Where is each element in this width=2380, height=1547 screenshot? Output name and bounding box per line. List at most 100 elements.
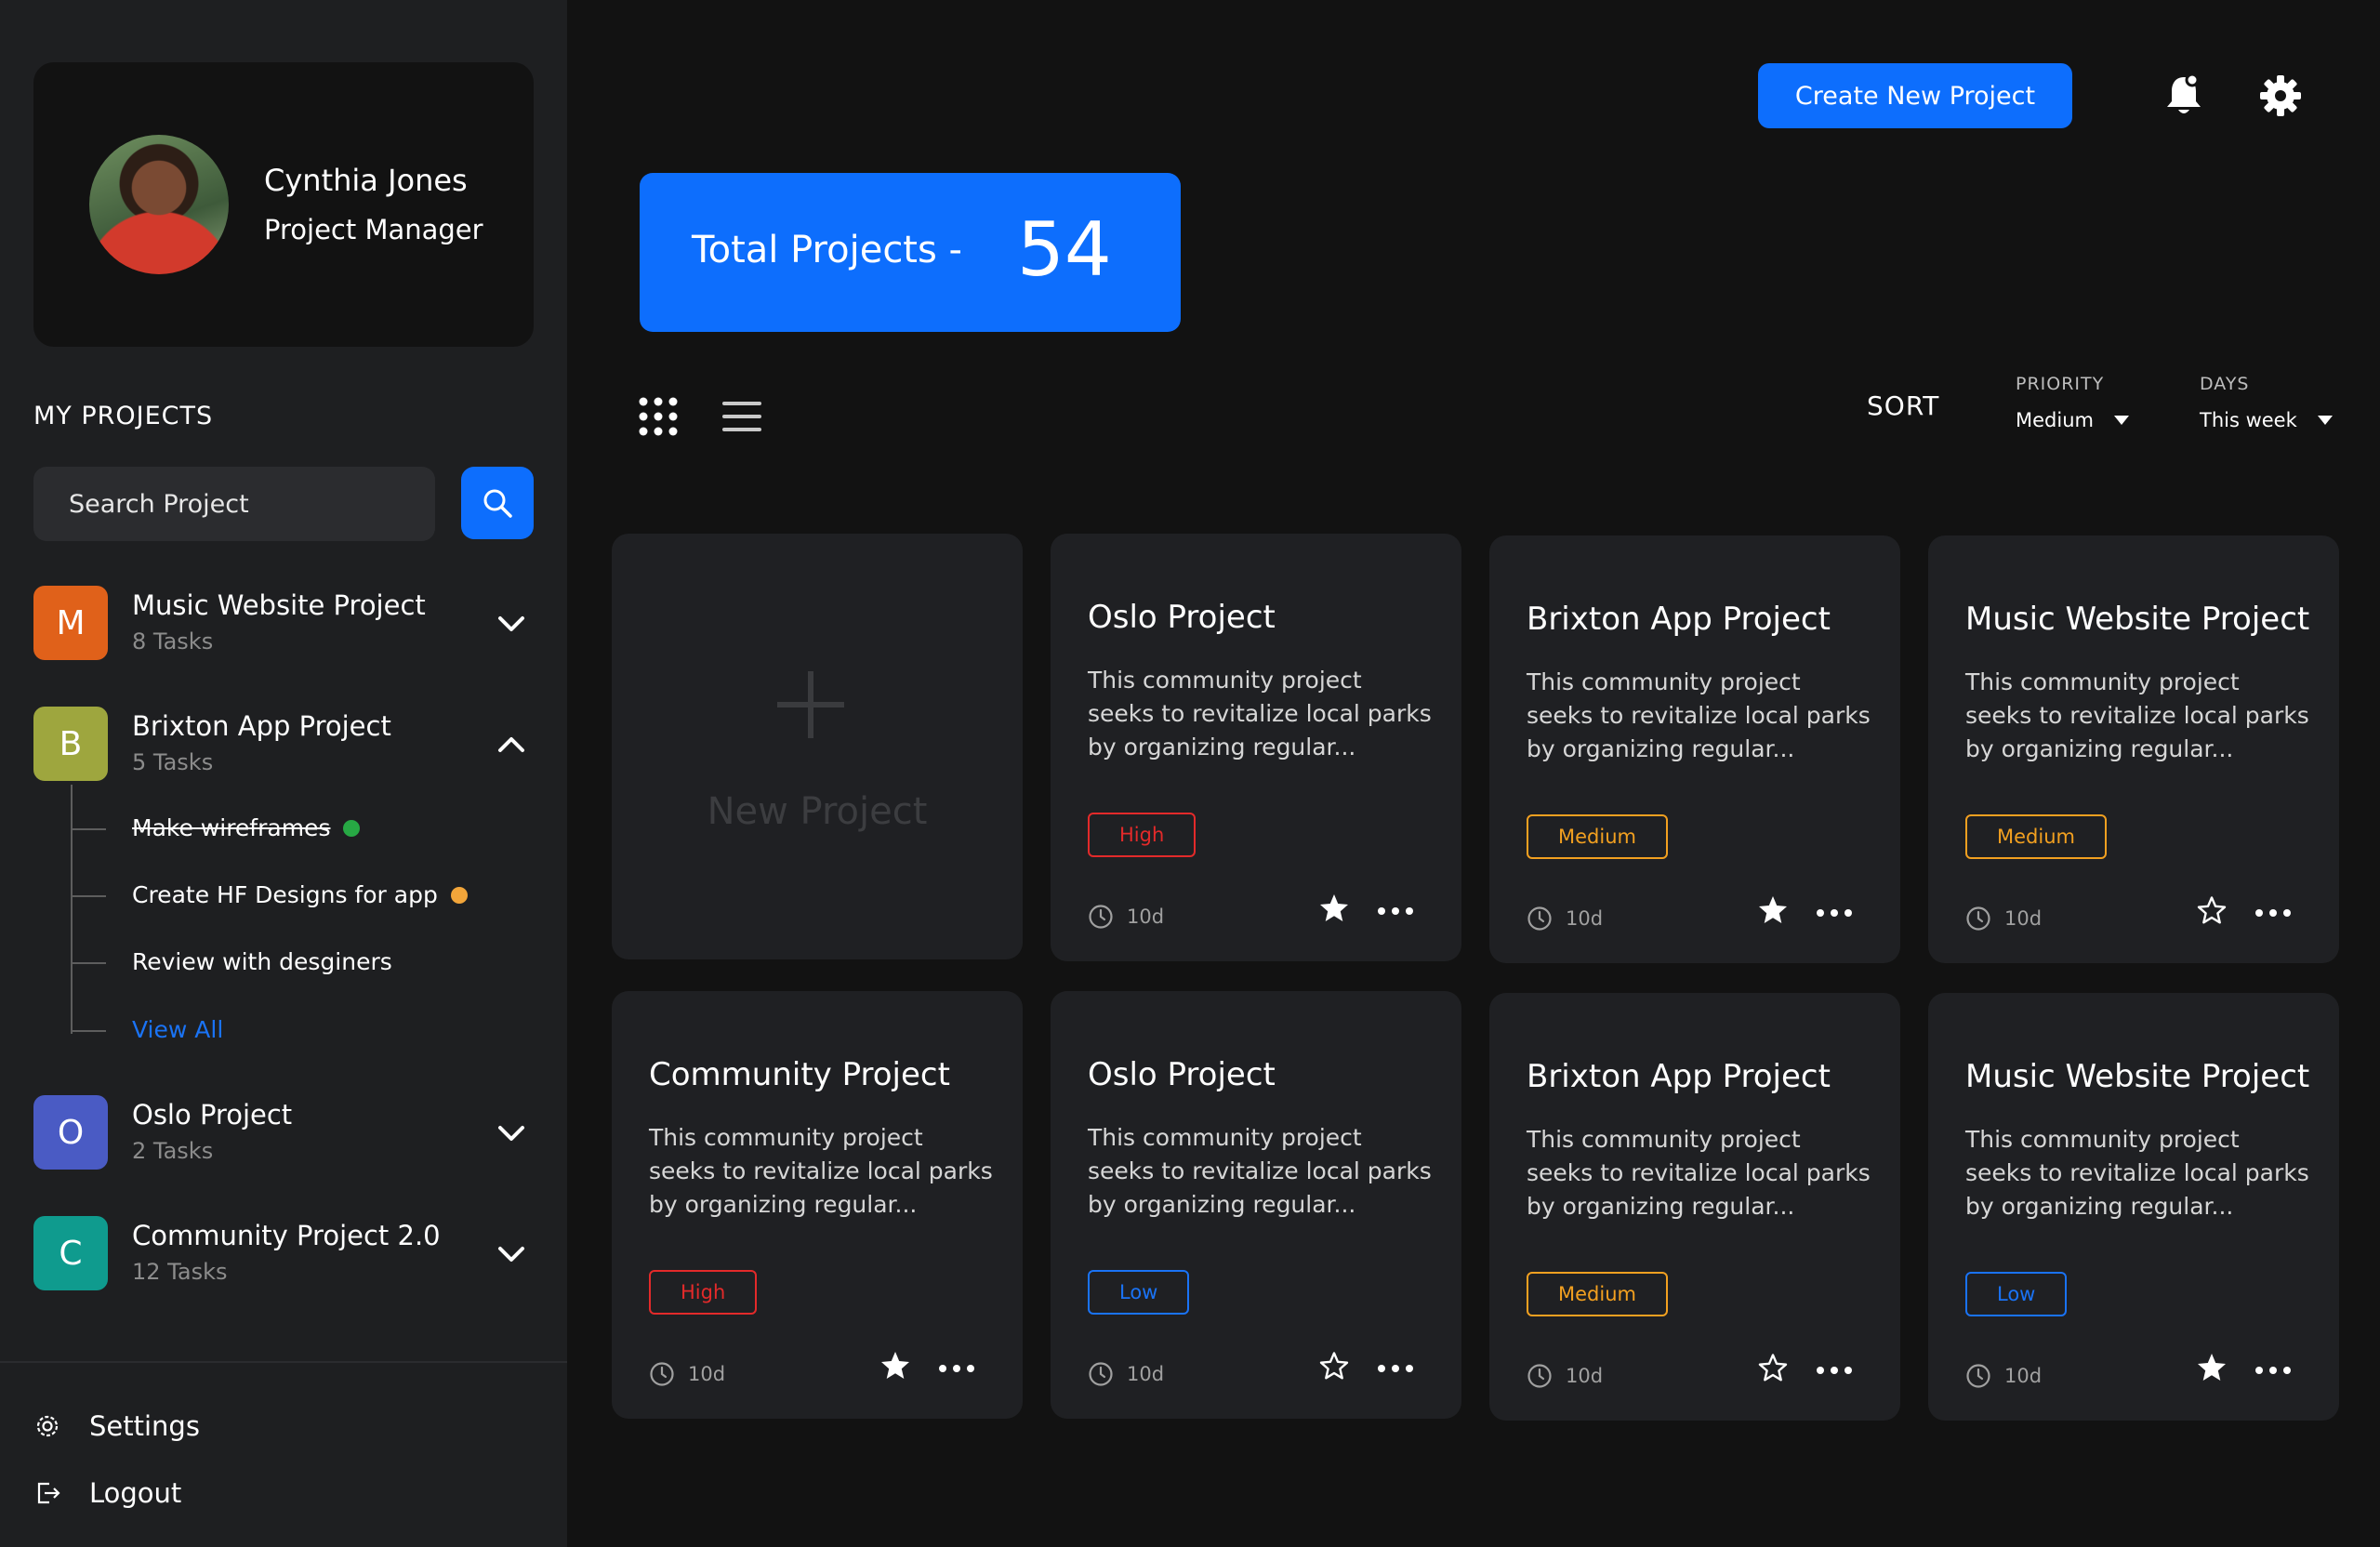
project-letter: B (33, 707, 108, 781)
priority-badge: High (649, 1270, 758, 1315)
project-name: Oslo Project (132, 1099, 293, 1130)
sidebar-project-community[interactable]: C Community Project 2.0 12 Tasks (33, 1216, 534, 1292)
project-tasks: 8 Tasks (132, 628, 214, 654)
clock-icon (1966, 906, 1990, 931)
card-description: This community project seeks to revitali… (1088, 667, 1432, 760)
tree-branch (71, 1030, 106, 1032)
gear-icon (2260, 75, 2301, 116)
priority-filter-dropdown[interactable]: Medium (2016, 409, 2129, 431)
card-title: Music Website Project (1965, 601, 2310, 638)
project-letter: C (33, 1216, 108, 1290)
search-button[interactable] (461, 467, 534, 539)
days-filter[interactable]: DAYS This week (2200, 374, 2333, 431)
search-field[interactable] (33, 467, 435, 541)
card-description: This community project seeks to revitali… (1527, 668, 1871, 762)
card-duration: 10d (1088, 1361, 1164, 1387)
more-options-icon[interactable] (1378, 1365, 1413, 1372)
star-filled-icon[interactable] (879, 1350, 911, 1382)
tree-branch (71, 828, 106, 830)
sidebar-divider (0, 1361, 567, 1363)
duration-label: 10d (688, 1363, 726, 1385)
project-card[interactable]: Brixton App Project This community projec… (1489, 993, 1900, 1421)
duration-label: 10d (2004, 907, 2043, 930)
caret-down-icon (2317, 416, 2333, 425)
gear-icon (36, 1415, 59, 1437)
subtask-item[interactable]: Review with desginers (132, 948, 392, 975)
duration-label: 10d (1127, 906, 1165, 928)
card-description: This community project seeks to revitali… (1965, 668, 2309, 762)
card-duration: 10d (1965, 906, 2042, 932)
view-all-link[interactable]: View All (132, 1016, 223, 1043)
priority-badge: Low (1088, 1270, 1190, 1315)
project-card[interactable]: Community Project This community project … (612, 991, 1023, 1419)
days-filter-dropdown[interactable]: This week (2200, 409, 2333, 431)
duration-label: 10d (1566, 907, 1604, 930)
more-options-icon[interactable] (939, 1365, 974, 1372)
more-options-icon[interactable] (1817, 909, 1852, 917)
bell-icon (2167, 73, 2201, 113)
clock-icon (1966, 1364, 1990, 1388)
logout-icon (37, 1482, 60, 1504)
more-options-icon[interactable] (2255, 909, 2291, 917)
priority-filter[interactable]: PRIORITY Medium (2016, 374, 2129, 431)
list-view-button[interactable] (721, 396, 762, 441)
duration-label: 10d (2004, 1365, 2043, 1387)
project-tasks: 12 Tasks (132, 1259, 228, 1285)
search-input[interactable] (33, 467, 435, 541)
project-card[interactable]: Music Website Project This community proj… (1928, 536, 2339, 963)
card-title: Music Website Project (1965, 1058, 2310, 1095)
notifications-button[interactable] (2162, 71, 2205, 119)
project-card[interactable]: Music Website Project This community proj… (1928, 993, 2339, 1421)
create-new-project-button[interactable]: Create New Project (1758, 63, 2072, 128)
card-title: Oslo Project (1088, 1056, 1276, 1093)
sidebar-project-brixton[interactable]: B Brixton App Project 5 Tasks (33, 707, 534, 783)
chevron-down-icon[interactable] (493, 1238, 530, 1270)
avatar[interactable] (89, 135, 229, 274)
days-filter-label: DAYS (2200, 374, 2250, 394)
more-options-icon[interactable] (1378, 907, 1413, 915)
sidebar: Cynthia Jones Project Manager MY PROJECT… (0, 0, 567, 1547)
new-project-label: New Project (707, 790, 928, 833)
chevron-down-icon[interactable] (493, 608, 530, 640)
star-outline-icon[interactable] (1318, 1350, 1350, 1382)
priority-badge: Low (1965, 1272, 2068, 1316)
subtask-item[interactable]: Create HF Designs for app (132, 881, 468, 908)
profile-role: Project Manager (264, 214, 483, 245)
project-card[interactable]: Oslo Project This community project seeks… (1051, 991, 1461, 1419)
card-description: This community project seeks to revitali… (1088, 1124, 1432, 1218)
card-title: Community Project (649, 1056, 950, 1093)
project-name: Community Project 2.0 (132, 1220, 441, 1251)
settings-link[interactable]: Settings (33, 1410, 200, 1442)
subtask-item[interactable]: Make wireframes (132, 814, 361, 841)
priority-filter-value: Medium (2016, 409, 2094, 431)
logout-link[interactable]: Logout (33, 1477, 181, 1509)
star-outline-icon[interactable] (1757, 1352, 1789, 1383)
project-card[interactable]: Oslo Project This community project seeks… (1051, 534, 1461, 961)
project-letter: O (33, 1095, 108, 1170)
star-filled-icon[interactable] (2196, 1352, 2228, 1383)
project-name: Brixton App Project (132, 710, 391, 742)
chevron-up-icon[interactable] (493, 729, 530, 760)
my-projects-heading: MY PROJECTS (33, 402, 214, 430)
search-icon (483, 489, 512, 518)
view-all-label: View All (132, 1016, 224, 1043)
more-options-icon[interactable] (1817, 1367, 1852, 1374)
more-options-icon[interactable] (2255, 1367, 2291, 1374)
star-filled-icon[interactable] (1318, 892, 1350, 924)
sidebar-project-oslo[interactable]: O Oslo Project 2 Tasks (33, 1095, 534, 1171)
profile-card: Cynthia Jones Project Manager (33, 62, 534, 347)
sidebar-project-music[interactable]: M Music Website Project 8 Tasks (33, 586, 534, 662)
card-title: Brixton App Project (1527, 1058, 1831, 1095)
settings-button[interactable] (2257, 73, 2304, 119)
star-filled-icon[interactable] (1757, 894, 1789, 926)
new-project-card[interactable]: New Project (612, 534, 1023, 959)
subtask-tree-line (71, 785, 73, 1034)
star-outline-icon[interactable] (2196, 894, 2228, 926)
caret-down-icon (2113, 416, 2129, 425)
project-card[interactable]: Brixton App Project This community projec… (1489, 536, 1900, 963)
card-duration: 10d (1527, 906, 1603, 932)
days-filter-value: This week (2200, 409, 2297, 431)
chevron-down-icon[interactable] (493, 1117, 530, 1149)
grid-view-button[interactable] (638, 396, 679, 441)
total-projects-banner: Total Projects - 54 (640, 173, 1181, 332)
